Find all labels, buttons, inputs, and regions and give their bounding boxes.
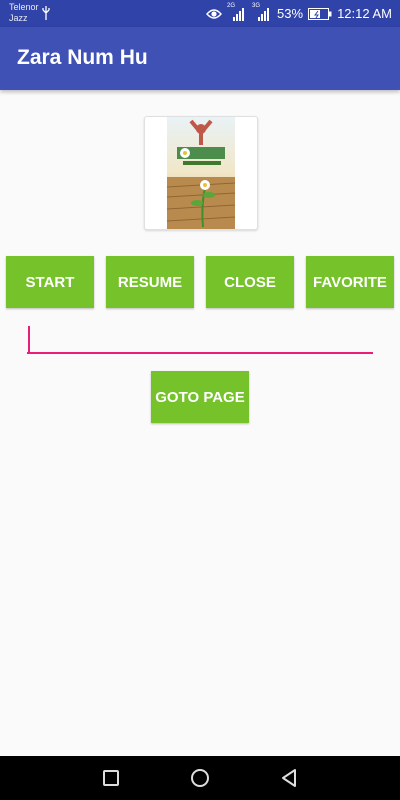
carrier-line-1: Telenor: [9, 2, 39, 12]
book-cover-illustration: [167, 117, 235, 229]
battery-icon: [308, 7, 332, 20]
text-cursor: [28, 326, 30, 353]
page-number-input[interactable]: [27, 326, 373, 354]
goto-page-button[interactable]: GOTO PAGE: [151, 371, 249, 423]
triangle-back-icon: [282, 769, 296, 787]
recents-button[interactable]: [81, 756, 141, 800]
status-icons: 2G 3G 53% 12:12 AM: [206, 0, 392, 27]
back-button[interactable]: [259, 756, 319, 800]
close-button[interactable]: CLOSE: [206, 256, 294, 308]
carrier-line-2: Jazz: [9, 13, 28, 23]
app-title: Zara Num Hu: [17, 46, 148, 69]
battery-percent: 53%: [277, 6, 304, 21]
book-cover-image: [144, 116, 258, 230]
resume-button[interactable]: RESUME: [106, 256, 194, 308]
favorite-button[interactable]: FAVORITE: [306, 256, 394, 308]
carrier-label: Telenor Jazz: [9, 2, 39, 24]
eye-icon: [206, 8, 222, 19]
signal-icon-2: 3G: [252, 3, 272, 21]
navigation-bar: [0, 756, 400, 800]
home-button[interactable]: [170, 756, 230, 800]
start-button[interactable]: START: [6, 256, 94, 308]
status-bar: Telenor Jazz 2G 3G 53% 12:12 AM: [0, 0, 400, 27]
signal-icon-1: 2G: [227, 3, 247, 21]
app-bar: Zara Num Hu: [0, 27, 400, 90]
square-icon: [103, 770, 119, 786]
circle-icon: [191, 769, 209, 787]
clock: 12:12 AM: [337, 6, 392, 21]
usb-icon: [42, 6, 50, 20]
